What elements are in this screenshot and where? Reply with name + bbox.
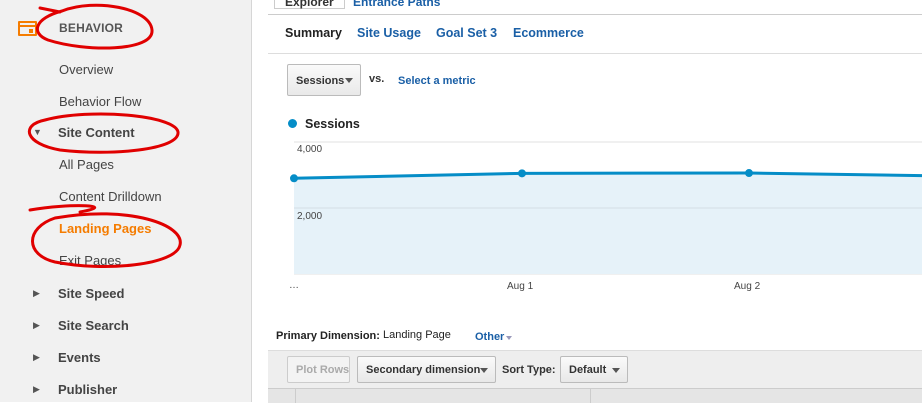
- behavior-icon: [18, 21, 37, 36]
- plot-rows-label: Plot Rows: [296, 364, 350, 376]
- divider: [268, 53, 922, 54]
- sidebar-item-events[interactable]: Events: [58, 350, 101, 365]
- data-point[interactable]: [518, 169, 526, 178]
- chevron-down-icon[interactable]: [506, 336, 512, 340]
- table-header: [268, 388, 922, 403]
- metric-select-value: Sessions: [296, 75, 345, 87]
- primary-dimension-label: Primary Dimension:: [276, 330, 380, 342]
- chevron-right-icon[interactable]: ▶: [33, 320, 40, 331]
- y-tick-label: 2,000: [297, 211, 323, 222]
- sessions-chart[interactable]: 4,000 2,000 … Aug 1 Aug 2: [268, 138, 922, 303]
- report-tabs: Explorer Entrance Paths: [268, 0, 922, 15]
- x-tick-label: Aug 2: [734, 281, 761, 292]
- data-point[interactable]: [290, 174, 298, 183]
- sidebar-item-all-pages[interactable]: All Pages: [59, 157, 114, 172]
- subtab-site-usage[interactable]: Site Usage: [357, 26, 421, 40]
- main-panel: Explorer Entrance Paths Summary Site Usa…: [268, 0, 922, 403]
- data-point[interactable]: [745, 169, 753, 178]
- primary-dimension-other[interactable]: Other: [475, 331, 504, 343]
- secondary-dimension-label: Secondary dimension: [366, 364, 481, 376]
- sort-type-value: Default: [569, 364, 607, 376]
- subtab-goal-set-3[interactable]: Goal Set 3: [436, 26, 497, 40]
- y-tick-label: 4,000: [297, 144, 323, 155]
- x-tick-label: Aug 1: [507, 281, 534, 292]
- chevron-down-icon: [480, 368, 488, 373]
- chevron-right-icon[interactable]: ▶: [33, 384, 40, 395]
- tab-explorer[interactable]: Explorer: [274, 0, 345, 9]
- chevron-right-icon[interactable]: ▶: [33, 352, 40, 363]
- x-tick-label: …: [289, 280, 299, 291]
- chart-plot-area: [290, 141, 922, 275]
- sort-type-label: Sort Type:: [502, 364, 556, 376]
- select-metric-link[interactable]: Select a metric: [398, 75, 476, 87]
- secondary-dimension-select[interactable]: Secondary dimension: [357, 356, 496, 383]
- plot-rows-button[interactable]: Plot Rows: [287, 356, 350, 383]
- sidebar-item-site-search[interactable]: Site Search: [58, 318, 129, 333]
- sidebar-item-publisher[interactable]: Publisher: [58, 382, 117, 397]
- legend-label: Sessions: [305, 117, 360, 131]
- primary-dimension-landing-page[interactable]: Landing Page: [383, 329, 451, 341]
- legend-marker: [288, 119, 297, 128]
- sort-type-select[interactable]: Default: [560, 356, 628, 383]
- sidebar: BEHAVIOR Overview Behavior Flow ▼ Site C…: [0, 0, 252, 402]
- sidebar-item-site-content[interactable]: Site Content: [58, 125, 135, 140]
- sidebar-item-exit-pages[interactable]: Exit Pages: [59, 253, 121, 268]
- chevron-down-icon[interactable]: ▼: [33, 127, 42, 137]
- column-divider: [295, 389, 296, 403]
- series-area: [294, 173, 922, 274]
- metric-select[interactable]: Sessions: [287, 64, 361, 96]
- sidebar-item-site-speed[interactable]: Site Speed: [58, 286, 124, 301]
- chevron-down-icon: [345, 78, 353, 83]
- chevron-down-icon: [612, 368, 620, 373]
- sidebar-item-behavior-flow[interactable]: Behavior Flow: [59, 94, 141, 109]
- subtab-ecommerce[interactable]: Ecommerce: [513, 26, 584, 40]
- vs-label: vs.: [369, 73, 385, 85]
- subtab-summary[interactable]: Summary: [285, 26, 342, 40]
- table-toolbar: Plot Rows Secondary dimension Sort Type:…: [268, 350, 922, 389]
- chevron-right-icon[interactable]: ▶: [33, 288, 40, 299]
- sidebar-item-content-drilldown[interactable]: Content Drilldown: [59, 189, 162, 204]
- column-divider: [590, 389, 591, 403]
- primary-dimension-bar: Primary Dimension: Landing Page Other: [276, 329, 512, 343]
- sidebar-section-title[interactable]: BEHAVIOR: [59, 21, 123, 35]
- sidebar-item-overview[interactable]: Overview: [59, 62, 113, 77]
- tab-entrance-paths[interactable]: Entrance Paths: [343, 0, 450, 13]
- sidebar-item-landing-pages[interactable]: Landing Pages: [59, 221, 151, 236]
